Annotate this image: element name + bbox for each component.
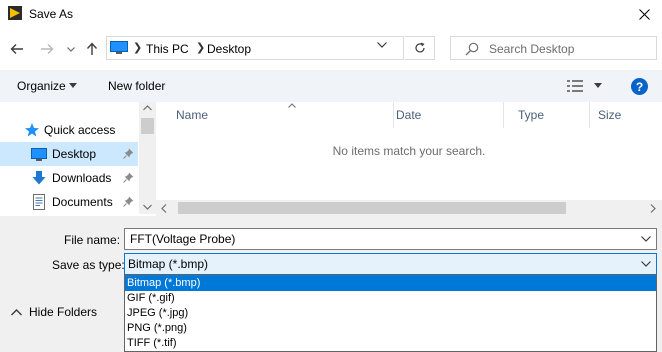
search-placeholder: Search Desktop (489, 42, 575, 56)
nav-item-downloads[interactable]: Downloads (0, 166, 138, 190)
breadcrumb-separator[interactable]: ❯ (196, 41, 205, 54)
file-list[interactable]: Name Date Type Size No items match your … (156, 102, 662, 214)
type-option-label: PNG (*.png) (127, 322, 187, 334)
title-bar: Save As (0, 0, 662, 30)
document-icon (31, 194, 47, 210)
arrow-left-icon (10, 43, 24, 55)
recent-locations-button[interactable] (64, 40, 78, 58)
forward-button[interactable] (36, 38, 58, 60)
hide-folders-button[interactable]: Hide Folders (8, 304, 118, 324)
save-as-type-dropdown-list[interactable]: Bitmap (*.bmp) GIF (*.gif) JPEG (*.jpg) … (124, 275, 657, 352)
type-option-label: GIF (*.gif) (127, 292, 175, 304)
chevron-up-icon (11, 309, 22, 316)
type-option-label: Bitmap (*.bmp) (127, 277, 201, 289)
refresh-icon (414, 42, 426, 54)
chevron-down-icon (377, 42, 391, 48)
save-as-type-label: Save as type: (52, 258, 125, 272)
nav-item-label: Quick access (44, 123, 116, 137)
chevron-down-icon (641, 261, 651, 267)
file-name-field[interactable]: FFT(Voltage Probe) (124, 228, 657, 250)
type-option-label: TIFF (*.tif) (127, 337, 177, 349)
this-pc-icon (110, 41, 128, 55)
view-options-button[interactable] (567, 79, 583, 93)
scroll-up-icon[interactable] (143, 105, 152, 111)
hide-folders-label: Hide Folders (29, 305, 98, 319)
nav-item-label: Desktop (52, 147, 97, 161)
desktop-icon (31, 146, 47, 162)
details-view-icon (567, 79, 583, 93)
scroll-thumb[interactable] (178, 202, 566, 214)
new-folder-button[interactable]: New folder (108, 79, 165, 93)
organize-button[interactable]: Organize (17, 79, 66, 93)
window-title: Save As (29, 7, 74, 21)
scroll-down-icon[interactable] (143, 204, 152, 210)
scroll-thumb[interactable] (141, 118, 154, 134)
search-box[interactable]: Search Desktop (450, 36, 657, 60)
type-option-label: JPEG (*.jpg) (127, 307, 189, 319)
nav-item-label: Documents (52, 195, 113, 209)
nav-vertical-scrollbar[interactable] (139, 102, 156, 214)
type-option-gif[interactable]: GIF (*.gif) (125, 291, 656, 306)
type-option-bitmap[interactable]: Bitmap (*.bmp) (125, 276, 656, 291)
address-dropdown-button[interactable] (377, 42, 391, 56)
save-as-type-select[interactable]: Bitmap (*.bmp) (124, 253, 657, 275)
labview-app-icon (8, 6, 22, 20)
column-header-label: Date (396, 108, 422, 122)
close-icon (638, 8, 650, 20)
pin-icon (123, 196, 134, 207)
file-name-label: File name: (64, 233, 121, 247)
type-option-jpeg[interactable]: JPEG (*.jpg) (125, 306, 656, 321)
nav-item-label: Downloads (52, 171, 112, 185)
nav-item-quick-access[interactable]: Quick access (0, 118, 138, 142)
sort-ascending-icon (288, 103, 296, 108)
column-header-type[interactable]: Type (510, 102, 590, 128)
breadcrumb-desktop[interactable]: Desktop (207, 42, 251, 56)
arrow-up-icon (86, 42, 98, 56)
breadcrumb-this-pc[interactable]: This PC (146, 42, 189, 56)
help-button[interactable]: ? (631, 78, 648, 95)
nav-item-documents[interactable]: Documents (0, 190, 138, 214)
address-bar[interactable]: ❯ This PC ❯ Desktop (106, 36, 404, 60)
horizontal-scrollbar[interactable] (156, 200, 662, 216)
type-option-png[interactable]: PNG (*.png) (125, 321, 656, 336)
navigation-pane: Quick access Desktop Downloads Documents (0, 102, 156, 214)
up-folder-button[interactable] (82, 38, 102, 60)
chevron-down-icon (67, 46, 75, 52)
caret-down-icon (69, 83, 77, 89)
refresh-button[interactable] (405, 36, 435, 60)
close-button[interactable] (630, 2, 658, 26)
pin-icon (123, 172, 134, 183)
column-header-label: Type (518, 108, 545, 122)
download-arrow-icon (31, 170, 47, 186)
column-header-name[interactable]: Name (168, 102, 394, 128)
file-name-value[interactable]: FFT(Voltage Probe) (130, 232, 235, 246)
scroll-right-icon[interactable] (650, 204, 656, 213)
back-button[interactable] (6, 38, 28, 60)
arrow-right-icon (40, 43, 54, 55)
nav-item-desktop[interactable]: Desktop (0, 142, 138, 166)
column-header-label: Name (176, 108, 209, 122)
breadcrumb-separator[interactable]: ❯ (133, 41, 142, 54)
chevron-down-icon[interactable] (641, 236, 651, 242)
save-as-type-value: Bitmap (*.bmp) (128, 257, 209, 271)
empty-list-message: No items match your search. (332, 144, 486, 158)
search-icon (465, 42, 479, 56)
command-bar: Organize New folder ? (0, 70, 662, 102)
help-glyph: ? (636, 80, 643, 94)
caret-down-icon[interactable] (594, 83, 602, 89)
pin-icon (123, 148, 134, 159)
column-header-date[interactable]: Date (388, 102, 504, 128)
column-header-size[interactable]: Size (590, 102, 662, 128)
type-option-tiff[interactable]: TIFF (*.tif) (125, 336, 656, 351)
column-header-label: Size (598, 108, 622, 122)
star-icon (24, 122, 40, 138)
scroll-left-icon[interactable] (161, 204, 167, 213)
